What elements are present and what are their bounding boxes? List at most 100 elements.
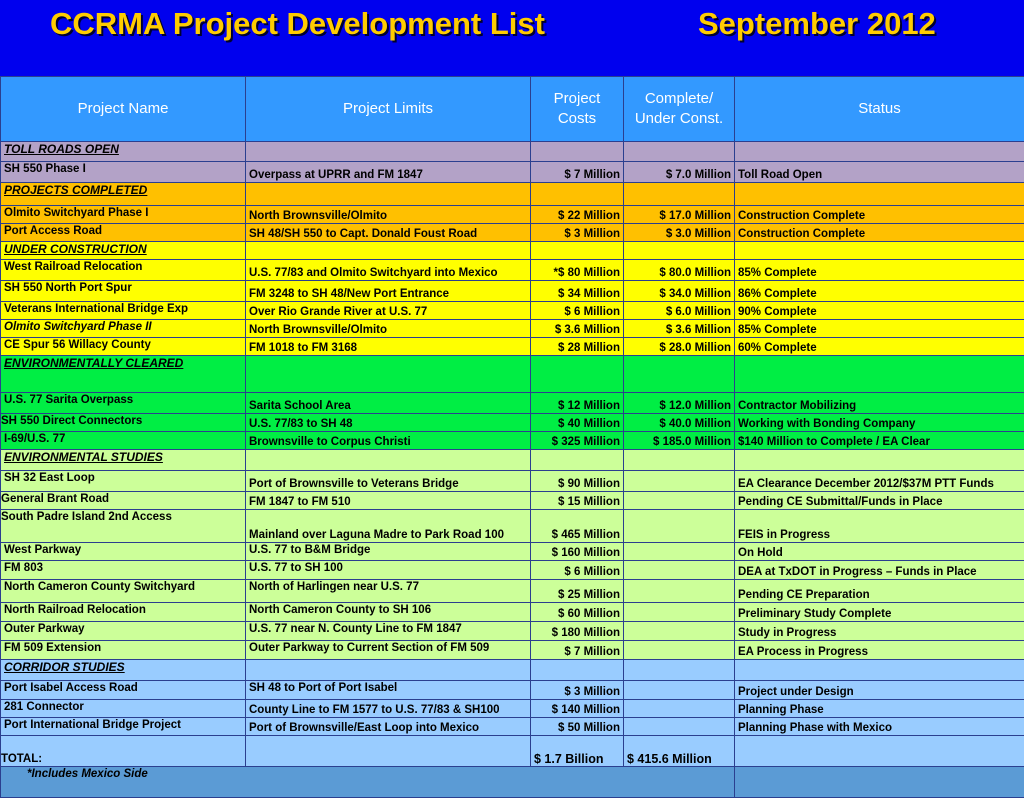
project-limits: Sarita School Area: [246, 393, 531, 414]
table-row: Olmito Switchyard Phase I North Brownsvi…: [1, 206, 1024, 224]
project-cost: $ 325 Million: [531, 432, 624, 450]
project-name: SH 32 East Loop: [1, 471, 246, 492]
table-row: I-69/U.S. 77 Brownsville to Corpus Chris…: [1, 432, 1024, 450]
project-name: Outer Parkway: [1, 622, 246, 641]
project-limits: North of Harlingen near U.S. 77: [246, 580, 531, 603]
table-row: SH 550 Direct Connectors U.S. 77/83 to S…: [1, 414, 1024, 432]
section-title: TOLL ROADS OPEN: [1, 142, 246, 162]
section-title: ENVIRONMENTALLY CLEARED: [1, 356, 246, 393]
project-complete: $ 3.6 Million: [624, 320, 735, 338]
project-cost: $ 15 Million: [531, 492, 624, 510]
total-cost: $ 1.7 Billion: [531, 736, 624, 767]
header-project-costs: Project Costs: [531, 77, 624, 142]
table-row: FM 803 U.S. 77 to SH 100 $ 6 Million DEA…: [1, 561, 1024, 580]
project-complete: [624, 510, 735, 543]
table-row: FM 509 Extension Outer Parkway to Curren…: [1, 641, 1024, 660]
project-cost: $ 140 Million: [531, 700, 624, 718]
header-complete: Complete/ Under Const.: [624, 77, 735, 142]
project-name: Port International Bridge Project: [1, 718, 246, 736]
project-cost: $ 6 Million: [531, 561, 624, 580]
project-name: U.S. 77 Sarita Overpass: [1, 393, 246, 414]
project-name: FM 803: [1, 561, 246, 580]
project-name: General Brant Road: [1, 492, 246, 510]
project-complete: [624, 603, 735, 622]
project-status: 85% Complete: [735, 260, 1024, 281]
project-name: Olmito Switchyard Phase I: [1, 206, 246, 224]
project-limits: Port of Brownsville/East Loop into Mexic…: [246, 718, 531, 736]
project-cost: $ 40 Million: [531, 414, 624, 432]
section-title: PROJECTS COMPLETED: [1, 183, 246, 206]
project-status: Working with Bonding Company: [735, 414, 1024, 432]
project-name: Olmito Switchyard Phase II: [1, 320, 246, 338]
header-row: Project Name Project Limits Project Cost…: [1, 77, 1024, 142]
project-limits: North Brownsville/Olmito: [246, 206, 531, 224]
project-limits: U.S. 77/83 and Olmito Switchyard into Me…: [246, 260, 531, 281]
project-complete: $ 7.0 Million: [624, 162, 735, 183]
table-row: General Brant Road FM 1847 to FM 510 $ 1…: [1, 492, 1024, 510]
section-row: UNDER CONSTRUCTION: [1, 242, 1024, 260]
project-status: Preliminary Study Complete: [735, 603, 1024, 622]
table-row: South Padre Island 2nd Access Mainland o…: [1, 510, 1024, 543]
project-name: I-69/U.S. 77: [1, 432, 246, 450]
project-complete: [624, 700, 735, 718]
project-status: FEIS in Progress: [735, 510, 1024, 543]
header-status: Status: [735, 77, 1024, 142]
page-date: September 2012: [698, 6, 936, 42]
section-title: ENVIRONMENTAL STUDIES: [1, 450, 246, 471]
project-cost: $ 6 Million: [531, 302, 624, 320]
project-complete: [624, 718, 735, 736]
project-cost: $ 60 Million: [531, 603, 624, 622]
project-limits: SH 48 to Port of Port Isabel: [246, 681, 531, 700]
project-name: CE Spur 56 Willacy County: [1, 338, 246, 356]
header-project-name: Project Name: [1, 77, 246, 142]
project-name: SH 550 Direct Connectors: [1, 414, 246, 432]
project-status: 60% Complete: [735, 338, 1024, 356]
project-complete: [624, 471, 735, 492]
project-complete: $ 34.0 Million: [624, 281, 735, 302]
table-row: SH 550 North Port Spur FM 3248 to SH 48/…: [1, 281, 1024, 302]
project-name: South Padre Island 2nd Access: [1, 510, 246, 543]
table-row: Port Isabel Access Road SH 48 to Port of…: [1, 681, 1024, 700]
project-complete: [624, 543, 735, 561]
project-complete: [624, 681, 735, 700]
project-complete: [624, 622, 735, 641]
table-row: U.S. 77 Sarita Overpass Sarita School Ar…: [1, 393, 1024, 414]
table-row: North Cameron County Switchyard North of…: [1, 580, 1024, 603]
section-row: TOLL ROADS OPEN: [1, 142, 1024, 162]
table-row: West Parkway U.S. 77 to B&M Bridge $ 160…: [1, 543, 1024, 561]
project-complete: $ 17.0 Million: [624, 206, 735, 224]
project-cost: $ 465 Million: [531, 510, 624, 543]
project-cost: $ 7 Million: [531, 641, 624, 660]
project-name: Veterans International Bridge Exp: [1, 302, 246, 320]
project-status: Pending CE Preparation: [735, 580, 1024, 603]
table-row: West Railroad Relocation U.S. 77/83 and …: [1, 260, 1024, 281]
project-limits: U.S. 77 to B&M Bridge: [246, 543, 531, 561]
project-status: Project under Design: [735, 681, 1024, 700]
project-cost: $ 25 Million: [531, 580, 624, 603]
project-name: FM 509 Extension: [1, 641, 246, 660]
project-limits: Overpass at UPRR and FM 1847: [246, 162, 531, 183]
table-row: Olmito Switchyard Phase II North Brownsv…: [1, 320, 1024, 338]
project-cost: $ 34 Million: [531, 281, 624, 302]
footnote-row: *Includes Mexico Side: [1, 767, 1024, 798]
project-name: North Railroad Relocation: [1, 603, 246, 622]
project-cost: $ 3 Million: [531, 681, 624, 700]
table-row: 281 Connector County Line to FM 1577 to …: [1, 700, 1024, 718]
project-limits: FM 1018 to FM 3168: [246, 338, 531, 356]
project-cost: $ 90 Million: [531, 471, 624, 492]
table-row: Port International Bridge Project Port o…: [1, 718, 1024, 736]
table-row: North Railroad Relocation North Cameron …: [1, 603, 1024, 622]
project-cost: $ 12 Million: [531, 393, 624, 414]
project-cost: $ 3 Million: [531, 224, 624, 242]
footnote: *Includes Mexico Side: [1, 767, 735, 798]
table-row: SH 550 Phase I Overpass at UPRR and FM 1…: [1, 162, 1024, 183]
project-limits: Brownsville to Corpus Christi: [246, 432, 531, 450]
project-limits: Outer Parkway to Current Section of FM 5…: [246, 641, 531, 660]
table-row: CE Spur 56 Willacy County FM 1018 to FM …: [1, 338, 1024, 356]
project-limits: SH 48/SH 550 to Capt. Donald Foust Road: [246, 224, 531, 242]
project-status: Construction Complete: [735, 224, 1024, 242]
project-limits: FM 1847 to FM 510: [246, 492, 531, 510]
section-row: PROJECTS COMPLETED: [1, 183, 1024, 206]
project-status: Pending CE Submittal/Funds in Place: [735, 492, 1024, 510]
project-status: 86% Complete: [735, 281, 1024, 302]
